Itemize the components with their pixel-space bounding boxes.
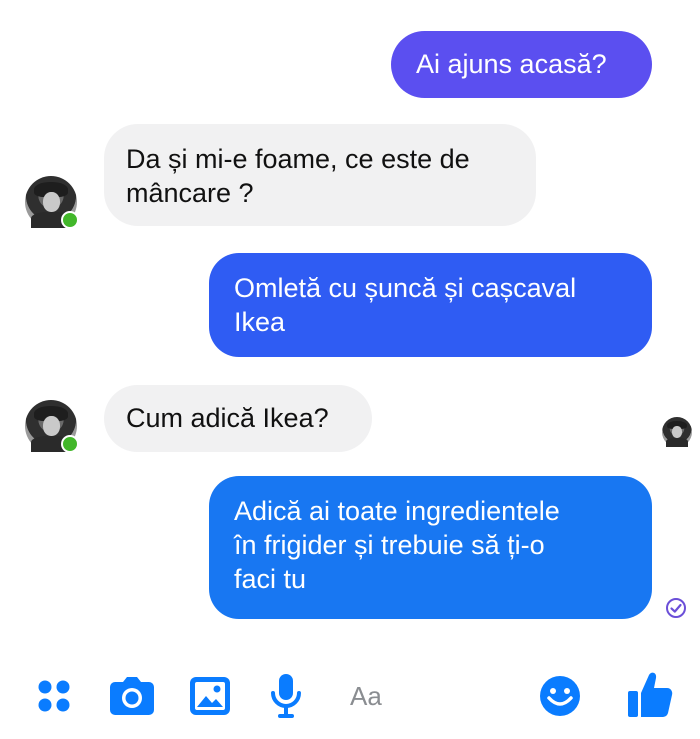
message-text: Adică ai toate ingredientele în frigider… bbox=[234, 496, 560, 594]
message-bubble-incoming[interactable]: Da și mi-e foame, ce este de mâncare ? bbox=[104, 124, 536, 226]
composer-toolbar: Aa bbox=[0, 650, 700, 739]
message-bubble-incoming[interactable]: Cum adică Ikea? bbox=[104, 385, 372, 452]
online-status-dot bbox=[61, 435, 79, 453]
message-text: Cum adică Ikea? bbox=[126, 403, 329, 433]
message-text: Omletă cu șuncă și cașcaval Ikea bbox=[234, 273, 577, 337]
message-text: Da și mi-e foame, ce este de mâncare ? bbox=[126, 144, 470, 208]
gallery-icon[interactable] bbox=[188, 674, 232, 718]
online-status-dot bbox=[61, 211, 79, 229]
message-text: Ai ajuns acasă? bbox=[416, 49, 607, 79]
message-input-placeholder: Aa bbox=[350, 680, 382, 711]
message-input[interactable]: Aa bbox=[330, 672, 520, 720]
message-bubble-outgoing[interactable]: Adică ai toate ingredientele în frigider… bbox=[209, 476, 652, 619]
emoji-icon[interactable] bbox=[538, 674, 582, 718]
message-bubble-outgoing[interactable]: Omletă cu șuncă și cașcaval Ikea bbox=[209, 253, 652, 357]
camera-icon[interactable] bbox=[108, 674, 156, 718]
seen-avatar bbox=[662, 417, 692, 447]
delivered-check-icon bbox=[666, 598, 686, 618]
microphone-icon[interactable] bbox=[268, 672, 304, 720]
apps-icon[interactable] bbox=[34, 676, 74, 716]
message-bubble-outgoing[interactable]: Ai ajuns acasă? bbox=[391, 31, 652, 98]
thumbs-up-icon[interactable] bbox=[626, 670, 674, 720]
